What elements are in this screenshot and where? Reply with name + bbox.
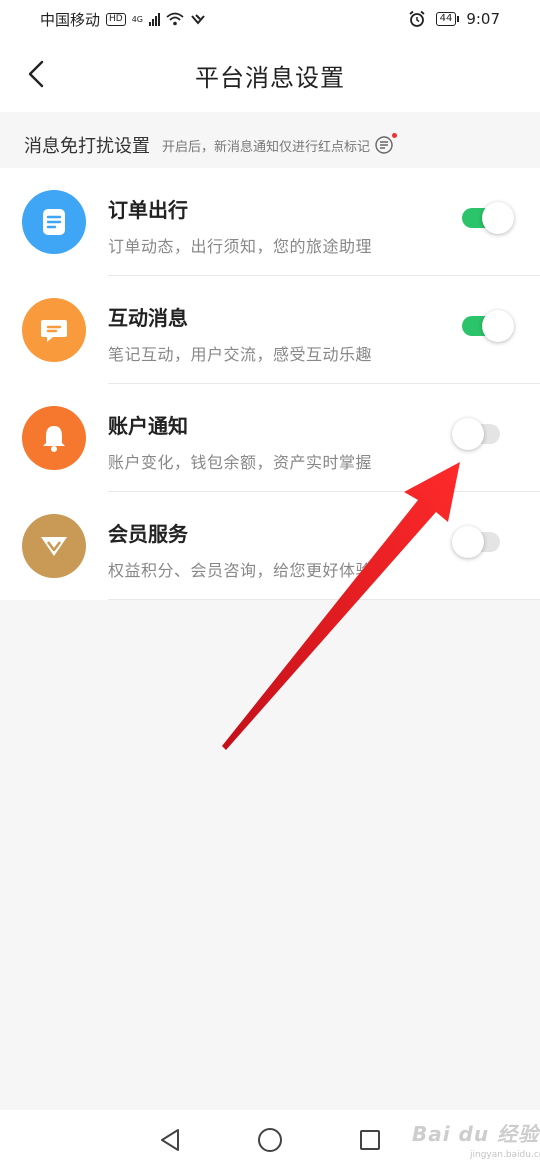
- circle-home-icon: [258, 1128, 282, 1152]
- dnd-section-header: 消息免打扰设置 开启后，新消息通知仅进行红点标记: [0, 122, 540, 168]
- item-description: 账户变化，钱包余额，资产实时掌握: [108, 453, 373, 472]
- list-item-order-travel: 订单出行 订单动态，出行须知，您的旅途助理: [0, 168, 540, 276]
- nav-recents-button[interactable]: [350, 1120, 390, 1160]
- triangle-back-icon: [161, 1129, 179, 1151]
- item-description: 订单动态，出行须知，您的旅途助理: [108, 237, 373, 256]
- status-bar: 中国移动 HD 4G 44 9:07: [0, 0, 540, 38]
- status-left: 中国移动 HD 4G: [40, 9, 206, 30]
- list-item-interaction: 互动消息 笔记互动，用户交流，感受互动乐趣: [0, 276, 540, 384]
- item-description: 笔记互动，用户交流，感受互动乐趣: [108, 345, 373, 364]
- wifi-icon: [166, 12, 184, 26]
- toggle-order-travel[interactable]: [462, 202, 514, 234]
- chevron-left-icon: [28, 60, 44, 88]
- chat-icon: [22, 298, 86, 362]
- alarm-icon: [409, 10, 425, 27]
- item-description: 权益积分、会员咨询，给您更好体验: [108, 561, 373, 580]
- status-right: 44 9:07: [408, 10, 500, 28]
- signal-icon: [149, 12, 161, 26]
- item-title: 会员服务: [108, 522, 188, 546]
- carrier-label: 中国移动: [40, 10, 101, 29]
- bell-icon: [22, 406, 86, 470]
- section-title: 消息免打扰设置: [24, 136, 150, 157]
- list-item-vip: 会员服务 权益积分、会员咨询，给您更好体验: [0, 492, 540, 600]
- toggle-vip[interactable]: [452, 526, 500, 558]
- clock-time: 9:07: [466, 10, 500, 28]
- app-header: 平台消息设置: [0, 38, 540, 112]
- vip-diamond-icon: [22, 514, 86, 578]
- square-recents-icon: [360, 1130, 380, 1150]
- red-dot-badge: [392, 133, 398, 138]
- document-icon: [22, 190, 86, 254]
- list-item-account: 账户通知 账户变化，钱包余额，资产实时掌握: [0, 384, 540, 492]
- back-button[interactable]: [14, 52, 58, 96]
- hotspot-icon: [191, 14, 205, 25]
- section-note: 开启后，新消息通知仅进行红点标记: [162, 139, 371, 155]
- battery-icon: 44: [435, 12, 460, 26]
- divider: [108, 599, 540, 600]
- baidu-watermark-url: jingyan.baidu.com: [470, 1150, 540, 1160]
- item-title: 互动消息: [108, 306, 188, 330]
- page-title: 平台消息设置: [195, 63, 345, 92]
- network-type-label: 4G: [131, 14, 144, 24]
- nav-back-button[interactable]: [150, 1120, 190, 1160]
- settings-list: 订单出行 订单动态，出行须知，您的旅途助理 互动消息 笔记互动，用户交流，感受互…: [0, 168, 540, 600]
- item-title: 订单出行: [108, 198, 188, 222]
- baidu-watermark: Bai du 经验: [412, 1122, 540, 1146]
- toggle-account[interactable]: [452, 418, 500, 450]
- message-list-icon: [374, 133, 398, 154]
- hd-badge: HD: [106, 12, 126, 26]
- toggle-interaction[interactable]: [462, 310, 514, 342]
- nav-home-button[interactable]: [250, 1120, 290, 1160]
- item-title: 账户通知: [108, 414, 188, 438]
